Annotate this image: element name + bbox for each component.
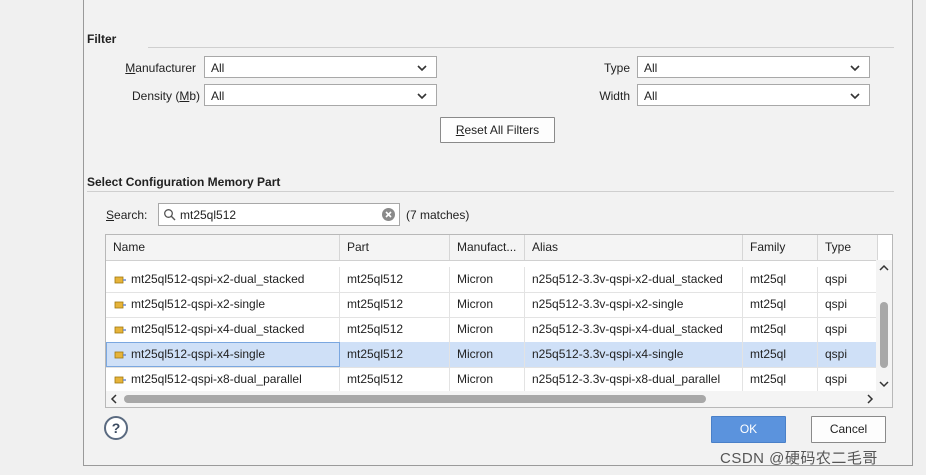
- table-row[interactable]: mt25ql512-qspi-x8-dual_parallel mt25ql51…: [106, 367, 878, 393]
- clear-search-icon[interactable]: [381, 207, 396, 222]
- table-row[interactable]: mt25ql512-qspi-x4-dual_stacked mt25ql512…: [106, 317, 878, 343]
- watermark-text: CSDN @硬码农二毛哥: [720, 450, 878, 467]
- match-count: (7 matches): [406, 208, 470, 222]
- cancel-button[interactable]: Cancel: [811, 416, 886, 443]
- chevron-down-icon: [850, 93, 860, 100]
- help-button[interactable]: ?: [104, 416, 128, 440]
- manufacturer-dropdown[interactable]: All: [204, 56, 437, 78]
- horizontal-scroll-thumb[interactable]: [124, 395, 706, 403]
- density-label: Density (Mb): [131, 89, 200, 103]
- scroll-down-icon[interactable]: [879, 380, 889, 388]
- search-icon: [164, 209, 176, 221]
- scroll-right-icon[interactable]: [866, 394, 874, 404]
- reset-all-filters-button[interactable]: Reset All Filters: [440, 117, 555, 143]
- search-field[interactable]: mt25ql512: [158, 203, 400, 226]
- chevron-down-icon: [850, 65, 860, 72]
- scroll-up-icon[interactable]: [879, 264, 889, 272]
- column-header-alias[interactable]: Alias: [525, 235, 743, 260]
- search-input[interactable]: mt25ql512: [180, 208, 236, 222]
- type-label: Type: [603, 61, 630, 75]
- select-part-section-title: Select Configuration Memory Part: [87, 175, 281, 189]
- type-value: All: [644, 61, 658, 75]
- density-dropdown[interactable]: All: [204, 84, 437, 106]
- horizontal-scrollbar[interactable]: [106, 391, 878, 407]
- type-dropdown[interactable]: All: [637, 56, 870, 78]
- chevron-down-icon: [417, 93, 427, 100]
- filter-section-title: Filter: [87, 32, 117, 46]
- search-label: Search:: [106, 208, 148, 222]
- manufacturer-label: Manufacturer: [125, 61, 196, 75]
- table-row[interactable]: mt25ql512-qspi-x2-single mt25ql512 Micro…: [106, 292, 878, 318]
- scrollbar-corner: [876, 391, 892, 407]
- density-value: All: [211, 89, 225, 103]
- column-header-name[interactable]: Name: [106, 235, 340, 260]
- column-header-manufacturer[interactable]: Manufact...: [450, 235, 525, 260]
- width-dropdown[interactable]: All: [637, 84, 870, 106]
- column-header-type[interactable]: Type: [818, 235, 878, 260]
- vertical-scroll-thumb[interactable]: [880, 302, 888, 368]
- table-header: Name Part Manufact... Alias Family Type: [106, 235, 878, 261]
- column-header-part[interactable]: Part: [340, 235, 450, 260]
- width-label: Width: [599, 89, 630, 103]
- manufacturer-value: All: [211, 61, 225, 75]
- scroll-left-icon[interactable]: [110, 394, 118, 404]
- vertical-scrollbar[interactable]: [876, 260, 892, 392]
- column-header-family[interactable]: Family: [743, 235, 818, 260]
- select-divider: [87, 191, 894, 192]
- table-row[interactable]: mt25ql512-qspi-x2-dual_stacked mt25ql512…: [106, 267, 878, 293]
- chevron-down-icon: [417, 65, 427, 72]
- ok-button[interactable]: OK: [711, 416, 786, 443]
- filter-divider: [148, 47, 894, 48]
- width-value: All: [644, 89, 658, 103]
- memory-part-table: Name Part Manufact... Alias Family Type …: [105, 234, 893, 408]
- table-row-selected[interactable]: mt25ql512-qspi-x4-single mt25ql512 Micro…: [106, 342, 878, 368]
